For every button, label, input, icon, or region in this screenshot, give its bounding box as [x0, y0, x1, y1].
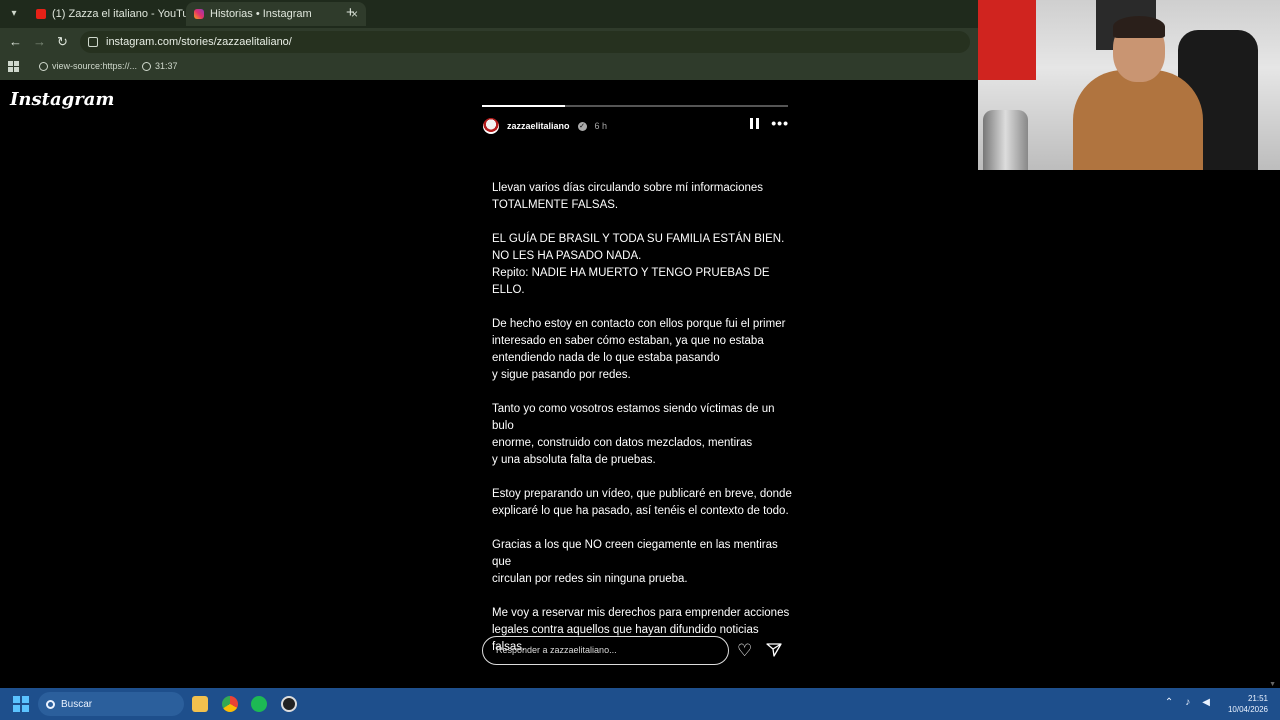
tab-instagram[interactable]: Historias • Instagram ×	[186, 2, 366, 26]
instagram-page: Instagram zazzaelitaliano ✓ 6 h ••• Llev…	[0, 80, 1280, 688]
file-explorer-icon[interactable]	[192, 696, 208, 712]
story-paragraph: Gracias a los que NO creen ciegamente en…	[492, 539, 778, 585]
story-username[interactable]: zazzaelitaliano	[507, 121, 570, 131]
story-paragraph: Llevan varios días circulando sobre mí i…	[492, 182, 764, 211]
story-paragraph: EL GUÍA DE BRASIL Y TODA SU FAMILIA ESTÁ…	[492, 233, 785, 296]
bookmark-timer[interactable]: 31:37	[142, 61, 178, 71]
reply-input[interactable]: Responder a zazzaelitaliano...	[482, 636, 729, 665]
story-paragraph: De hecho estoy en contacto con ellos por…	[492, 318, 786, 381]
windows-start-icon[interactable]	[13, 696, 29, 712]
taskbar: Buscar ⌃ ♪ ◀ 21:51 10/04/2026	[0, 688, 1280, 720]
story-progress-fill	[482, 105, 565, 107]
webcam-overlay	[978, 0, 1280, 170]
avatar[interactable]	[483, 118, 499, 134]
tab-youtube[interactable]: (1) Zazza el italiano - YouTube ×	[28, 2, 208, 26]
story-age: 6 h	[594, 121, 608, 131]
system-clock[interactable]: 21:51 10/04/2026	[1228, 693, 1268, 715]
address-bar[interactable]: instagram.com/stories/zazzaelitaliano/	[80, 31, 970, 53]
story-text: Llevan varios días circulando sobre mí i…	[492, 180, 792, 673]
scroll-down-arrow-icon[interactable]: ▼	[1269, 681, 1276, 688]
instagram-icon	[194, 9, 204, 19]
obs-icon[interactable]	[281, 696, 297, 712]
webcam-shirt	[978, 0, 1036, 80]
back-icon[interactable]: ←	[9, 34, 22, 50]
verified-badge-icon: ✓	[577, 121, 587, 131]
chrome-icon[interactable]	[222, 696, 238, 712]
tab-search-icon[interactable]: ▾	[6, 6, 22, 22]
microphone-icon[interactable]: ♪	[1185, 697, 1190, 708]
apps-icon[interactable]	[8, 61, 19, 72]
clock-icon	[142, 61, 151, 71]
tab-title: (1) Zazza el italiano - YouTube	[52, 8, 187, 20]
taskbar-search[interactable]: Buscar	[38, 692, 184, 716]
bookmark-label: 31:37	[155, 61, 178, 71]
volume-icon[interactable]: ◀	[1202, 697, 1210, 708]
clock-date: 10/04/2026	[1227, 705, 1268, 714]
webcam-thermos	[983, 110, 1028, 170]
story-viewer[interactable]: zazzaelitaliano ✓ 6 h ••• Llevan varios …	[471, 100, 798, 670]
webcam-person-body	[1073, 70, 1203, 170]
search-icon	[46, 699, 55, 709]
clock-time: 21:51	[1247, 694, 1268, 703]
story-controls: •••	[750, 116, 789, 130]
story-progress-bar	[482, 105, 788, 107]
site-info-icon[interactable]	[88, 37, 98, 47]
tab-title: Historias • Instagram	[210, 8, 312, 20]
send-icon[interactable]	[766, 643, 782, 657]
pause-icon[interactable]	[750, 118, 760, 129]
globe-icon	[39, 61, 48, 71]
system-tray: ⌃ ♪ ◀	[1165, 697, 1210, 708]
search-label: Buscar	[61, 698, 93, 710]
story-paragraph: Tanto yo como vosotros estamos siendo ví…	[492, 403, 775, 466]
story-header: zazzaelitaliano ✓ 6 h •••	[483, 116, 789, 136]
bookmark-label: view-source:https://...	[52, 61, 138, 71]
story-paragraph: Estoy preparando un vídeo, que publicaré…	[492, 488, 792, 517]
reload-icon[interactable]: ↻	[57, 34, 68, 50]
bookmark-view-source[interactable]: view-source:https://...	[39, 61, 137, 71]
chevron-up-icon[interactable]: ⌃	[1165, 697, 1173, 708]
youtube-icon	[36, 9, 46, 19]
like-heart-icon[interactable]: ♡	[737, 642, 752, 659]
forward-icon[interactable]: →	[33, 34, 46, 50]
new-tab-button[interactable]: +	[346, 4, 355, 21]
url-text[interactable]: instagram.com/stories/zazzaelitaliano/	[106, 36, 292, 48]
spotify-icon[interactable]	[251, 696, 267, 712]
webcam-person-hair	[1113, 16, 1165, 38]
more-options-icon[interactable]: •••	[771, 116, 789, 130]
instagram-logo[interactable]: Instagram	[10, 89, 114, 110]
